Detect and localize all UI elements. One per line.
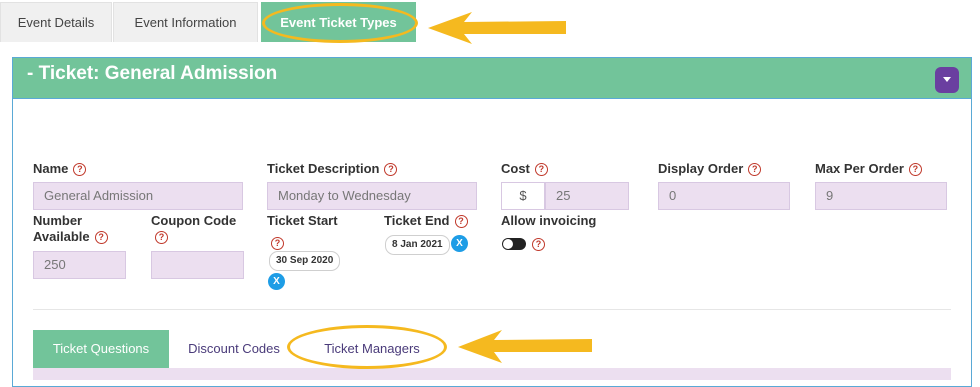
ticket-panel: - Ticket: General Admission Name? Ticket… (12, 57, 972, 387)
cost-label: Cost? (501, 161, 548, 177)
clear-x-icon[interactable]: X (268, 273, 285, 290)
ticket-start-date[interactable]: 30 Sep 2020 (269, 251, 341, 271)
event-tabs: Event Details Event Information Event Ti… (0, 0, 980, 43)
tab-event-information[interactable]: Event Information (113, 2, 258, 42)
allow-invoicing-label: Allow invoicing (501, 213, 597, 228)
ticket-panel-header[interactable]: - Ticket: General Admission (13, 58, 971, 99)
max-per-order-label: Max Per Order? (815, 161, 922, 177)
ticket-description-input[interactable]: Monday to Wednesday (267, 182, 477, 210)
help-icon[interactable]: ? (748, 163, 762, 176)
toggle-knob (503, 239, 513, 249)
help-icon[interactable]: ? (384, 163, 398, 176)
help-icon[interactable]: ? (532, 238, 545, 251)
cost-currency-prefix: $ (501, 182, 545, 210)
name-label: Name? (33, 161, 87, 177)
tab-content-area (33, 368, 951, 380)
help-icon[interactable]: ? (155, 231, 168, 244)
tab-event-details[interactable]: Event Details (0, 2, 112, 42)
help-icon[interactable]: ? (534, 163, 548, 176)
help-icon[interactable]: ? (271, 237, 284, 250)
help-icon[interactable]: ? (908, 163, 922, 176)
tab-discount-codes[interactable]: Discount Codes (177, 330, 291, 368)
ticket-description-label: Ticket Description? (267, 161, 398, 177)
coupon-code-label: Coupon Code ? (151, 213, 237, 244)
chevron-down-icon (943, 77, 951, 82)
display-order-input[interactable]: 0 (658, 182, 790, 210)
help-icon[interactable]: ? (73, 163, 87, 176)
ticket-end-date[interactable]: 8 Jan 2021 (385, 235, 450, 255)
cost-input[interactable]: 25 (545, 182, 629, 210)
clear-x-icon[interactable]: X (451, 235, 468, 252)
help-icon[interactable]: ? (454, 215, 468, 228)
help-icon[interactable]: ? (94, 231, 108, 244)
ticket-end-label: Ticket End? (384, 213, 468, 229)
max-per-order-input[interactable]: 9 (815, 182, 947, 210)
collapse-button[interactable] (935, 67, 959, 93)
name-input[interactable]: General Admission (33, 182, 243, 210)
ticket-start-label: Ticket Start ? (267, 213, 338, 250)
allow-invoicing-toggle[interactable] (502, 238, 526, 250)
number-available-input[interactable]: 250 (33, 251, 126, 279)
tab-ticket-managers[interactable]: Ticket Managers (309, 330, 435, 368)
number-available-label: Number Available? (33, 213, 108, 245)
section-divider (33, 309, 951, 310)
tab-event-ticket-types[interactable]: Event Ticket Types (261, 2, 416, 42)
coupon-code-input[interactable] (151, 251, 244, 279)
display-order-label: Display Order? (658, 161, 762, 177)
tab-ticket-questions[interactable]: Ticket Questions (33, 330, 169, 368)
ticket-panel-title: - Ticket: General Admission (27, 63, 278, 84)
